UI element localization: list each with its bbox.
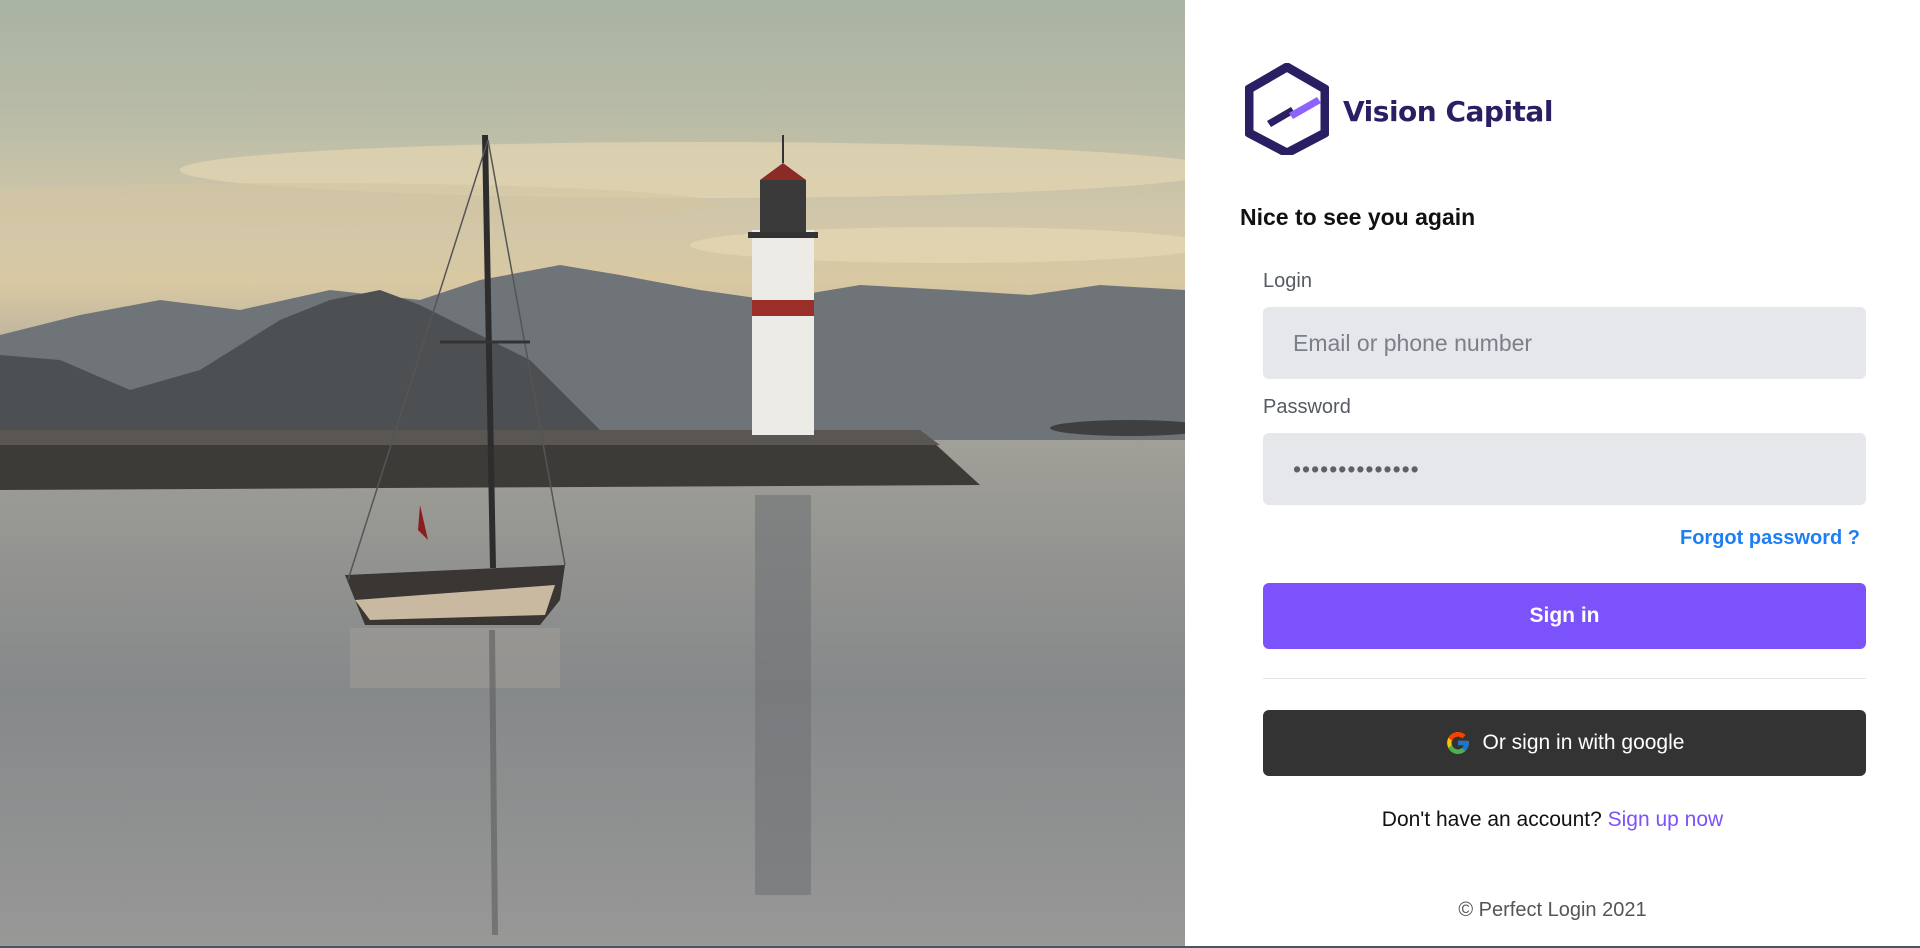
sign-in-button[interactable]: Sign in	[1263, 583, 1866, 649]
hero-photo	[0, 134, 1185, 946]
divider	[1263, 678, 1866, 679]
greeting-heading: Nice to see you again	[1240, 204, 1476, 230]
sign-in-button-label: Sign in	[1529, 604, 1600, 627]
login-label: Login	[1263, 270, 1312, 292]
google-icon	[1445, 730, 1471, 756]
vision-capital-logo-icon	[1244, 62, 1330, 160]
brand-name: Vision Capital	[1343, 95, 1553, 128]
no-account-text: Don't have an account?	[1381, 808, 1602, 831]
footer-copyright: © Perfect Login 2021	[1458, 899, 1647, 921]
forgot-password-link[interactable]: Forgot password ?	[1680, 527, 1860, 550]
login-input[interactable]	[1263, 307, 1866, 379]
google-sign-in-button[interactable]: Or sign in with google	[1263, 710, 1866, 776]
password-input[interactable]	[1263, 433, 1866, 505]
signup-prompt: Don't have an account? Sign up now	[1185, 808, 1920, 832]
google-sign-in-label: Or sign in with google	[1482, 731, 1685, 754]
password-label: Password	[1263, 396, 1351, 418]
brand-logo[interactable]: Vision Capital	[1244, 62, 1553, 160]
hero-image	[0, 0, 1185, 946]
sign-up-link[interactable]: Sign up now	[1608, 808, 1724, 831]
login-panel: Vision Capital Nice to see you again Log…	[1185, 0, 1920, 948]
